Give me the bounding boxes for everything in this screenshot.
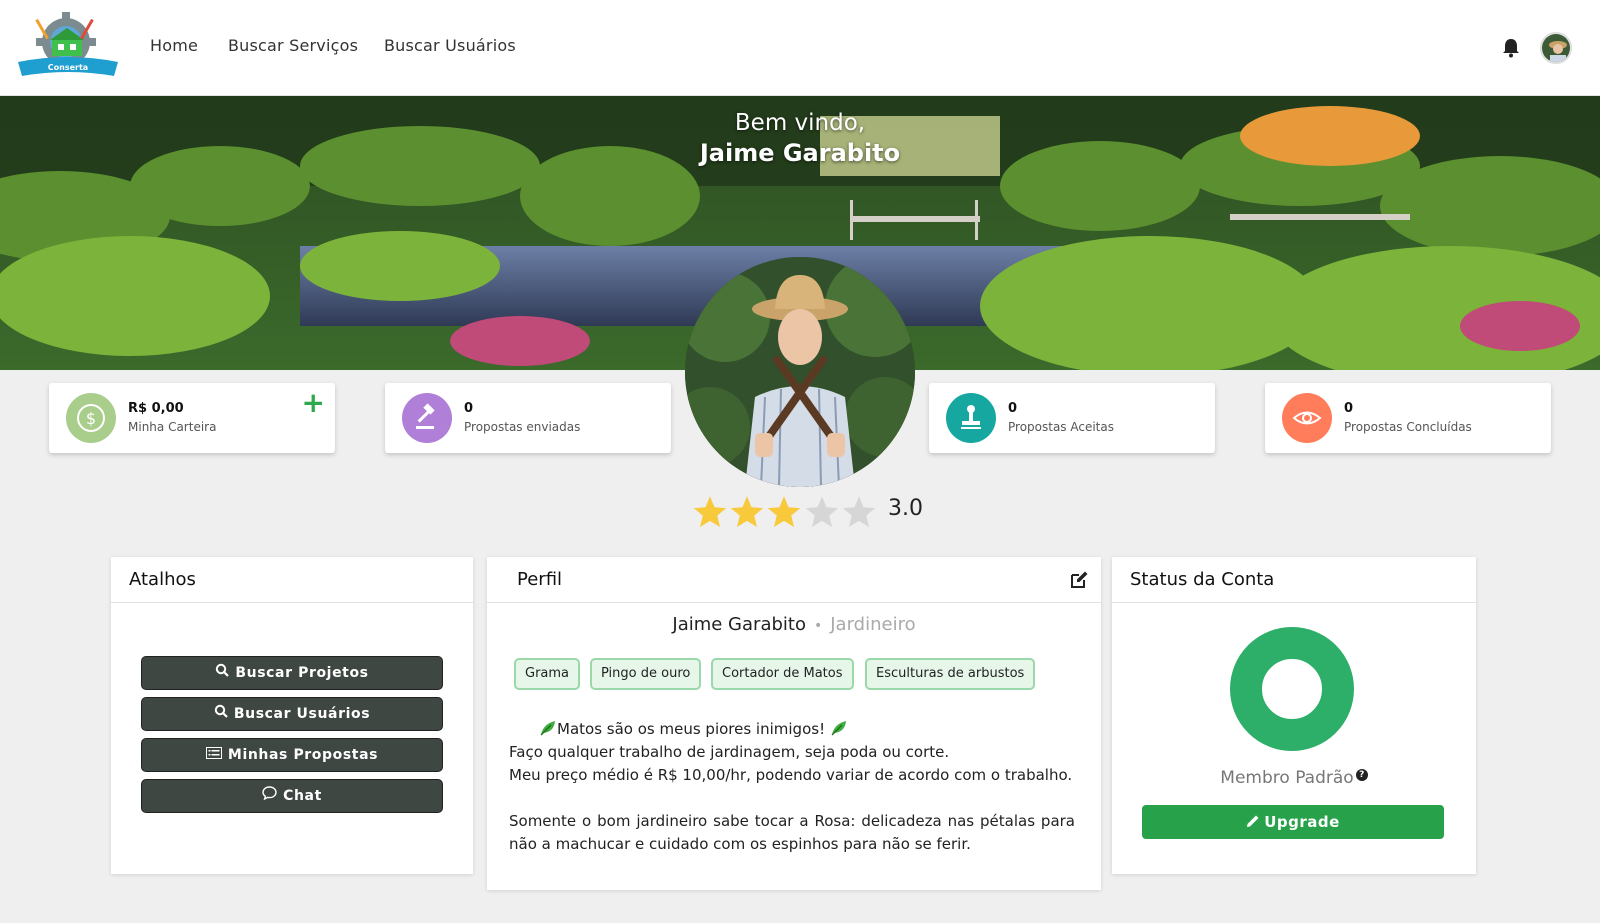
user-avatar[interactable] <box>1540 32 1572 64</box>
shortcuts-title: Atalhos <box>129 569 196 590</box>
accepted-proposals-count: 0 <box>1008 401 1018 416</box>
sent-proposals-label: Propostas enviadas <box>464 420 581 434</box>
buscar-usuarios-button[interactable]: Buscar Usuários <box>141 697 443 731</box>
membership-label: Membro Padrão <box>1220 768 1354 788</box>
nav-buscar-servicos-link[interactable]: Buscar Serviços <box>228 36 358 55</box>
minhas-propostas-label: Minhas Propostas <box>227 747 379 763</box>
bio-line-4: Somente o bom jardineiro sabe tocar a Ro… <box>509 812 1075 853</box>
svg-text:Conserta: Conserta <box>48 63 88 72</box>
bio-line-2: Faço qualquer trabalho de jardinagem, se… <box>509 743 950 761</box>
leaf-icon <box>830 720 848 738</box>
upgrade-button[interactable]: Upgrade <box>1142 805 1444 839</box>
star-filled-icon <box>767 496 801 527</box>
skill-tag: Grama <box>514 658 581 690</box>
welcome-greeting: Bem vindo, <box>734 110 866 136</box>
completed-proposals-card[interactable]: 0 Propostas Concluídas <box>1265 383 1551 453</box>
bio-line-3: Meu preço médio é R$ 10,00/hr, podendo v… <box>509 766 1073 784</box>
skill-tag: Esculturas de arbustos <box>865 658 1036 690</box>
account-status-header: Status da Conta <box>1112 557 1476 603</box>
search-icon <box>215 657 230 689</box>
star-filled-icon <box>730 496 764 527</box>
buscar-projetos-button[interactable]: Buscar Projetos <box>141 656 443 690</box>
bio-line-1: Matos são os meus piores inimigos! <box>557 720 826 738</box>
profile-header: Perfil <box>487 557 1101 603</box>
membership-donut-chart <box>1230 627 1354 751</box>
upgrade-label: Upgrade <box>1264 813 1340 831</box>
buscar-usuarios-label: Buscar Usuários <box>233 706 371 722</box>
separator-dot: • <box>813 618 823 634</box>
welcome-username: Jaime Garabito <box>699 139 901 167</box>
pencil-icon <box>1246 813 1264 831</box>
profile-profession: Jardineiro <box>830 614 916 635</box>
top-navbar: Conserta Home Buscar Serviços Buscar Usu… <box>0 0 1600 96</box>
account-status-panel: Status da Conta Membro Padrão? Upgrade <box>1112 557 1476 874</box>
wallet-label: Minha Carteira <box>128 420 217 434</box>
help-icon[interactable]: ? <box>1355 769 1368 781</box>
star-filled-icon <box>693 496 727 527</box>
completed-proposals-label: Propostas Concluídas <box>1344 420 1472 434</box>
edit-icon[interactable] <box>1069 570 1089 594</box>
star-empty-icon <box>842 496 876 527</box>
accepted-proposals-label: Propostas Aceitas <box>1008 420 1114 434</box>
shortcuts-panel: Atalhos Buscar Projetos Buscar Usuários … <box>111 557 473 874</box>
stamp-icon <box>946 393 996 443</box>
nav-home-link[interactable]: Home <box>150 36 198 55</box>
conserta-logo[interactable]: Conserta <box>12 8 124 84</box>
wallet-balance: R$ 0,00 <box>128 401 184 416</box>
sent-proposals-card[interactable]: 0 Propostas enviadas <box>385 383 671 453</box>
dollar-icon: $ <box>66 393 116 443</box>
list-icon <box>205 739 222 771</box>
chat-button[interactable]: Chat <box>141 779 443 813</box>
accepted-proposals-card[interactable]: 0 Propostas Aceitas <box>929 383 1215 453</box>
wallet-card[interactable]: $ R$ 0,00 Minha Carteira + <box>49 383 335 453</box>
chat-icon <box>262 780 277 812</box>
search-icon <box>214 698 228 730</box>
welcome-message: Bem vindo, Jaime Garabito <box>0 108 1600 168</box>
add-funds-plus-icon[interactable]: + <box>302 389 325 417</box>
eye-icon <box>1282 393 1332 443</box>
profile-name: Jaime Garabito <box>672 614 806 635</box>
notification-bell-icon[interactable] <box>1502 38 1520 58</box>
membership-status: Membro Padrão? <box>1112 768 1476 788</box>
profile-panel: Perfil Jaime Garabito • Jardineiro Grama P… <box>487 557 1101 890</box>
gavel-icon <box>402 393 452 443</box>
svg-text:$: $ <box>86 409 96 428</box>
minhas-propostas-button[interactable]: Minhas Propostas <box>141 738 443 772</box>
profile-photo <box>685 257 915 487</box>
skill-tag: Pingo de ouro <box>590 658 702 690</box>
profile-heading: Jaime Garabito • Jardineiro <box>487 614 1101 635</box>
rating-value: 3.0 <box>888 496 923 521</box>
shortcuts-header: Atalhos <box>111 557 473 603</box>
chat-label: Chat <box>283 788 322 804</box>
profile-bio: Matos são os meus piores inimigos! Faço … <box>509 718 1075 856</box>
completed-proposals-count: 0 <box>1344 401 1354 416</box>
buscar-projetos-label: Buscar Projetos <box>235 665 369 681</box>
skill-tag: Cortador de Matos <box>711 658 854 690</box>
sent-proposals-count: 0 <box>464 401 474 416</box>
profile-title: Perfil <box>517 569 563 590</box>
leaf-icon <box>539 720 557 738</box>
nav-buscar-usuarios-link[interactable]: Buscar Usuários <box>384 36 516 55</box>
star-empty-icon <box>805 496 839 527</box>
account-status-title: Status da Conta <box>1130 569 1275 590</box>
